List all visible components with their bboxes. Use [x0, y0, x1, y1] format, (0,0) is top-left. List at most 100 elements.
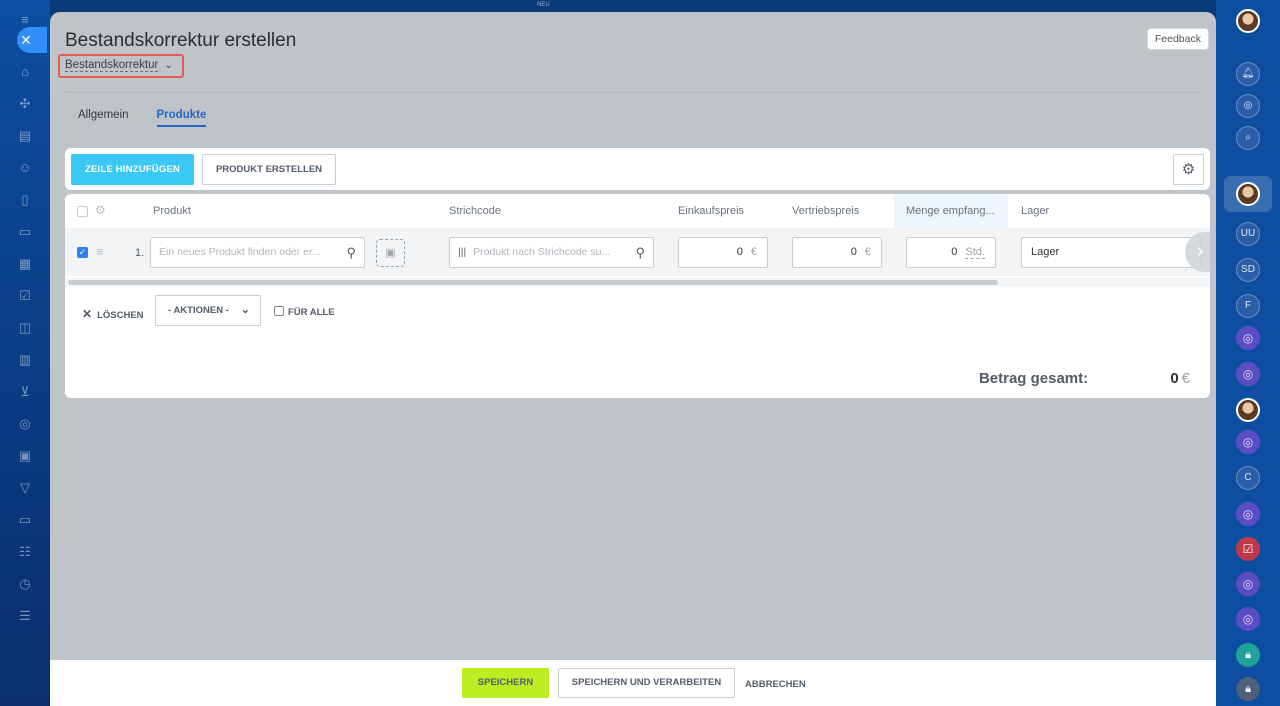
purchase-price-input[interactable]: 0 € [678, 237, 768, 268]
openline-icon[interactable]: ◎ [1236, 502, 1260, 526]
task-icon[interactable]: ☑ [1236, 537, 1260, 561]
sale-price-input[interactable]: 0 € [792, 237, 882, 268]
slider-panel: Bestandskorrektur erstellen Bestandskorr… [50, 12, 1216, 706]
chevron-down-icon: ⌄ [164, 60, 173, 71]
footer-bar: SPEICHERN SPEICHERN UND VERARBEITEN ABBR… [50, 660, 1216, 706]
total-currency: € [1181, 370, 1190, 387]
tabs: Allgemein Produkte [78, 109, 207, 127]
purchase-price-value: 0 [736, 246, 743, 258]
funnel-icon[interactable]: ▽ [17, 480, 33, 496]
lock-icon[interactable]: 🔒︎ [1236, 677, 1260, 701]
calendar-icon[interactable]: ▦ [17, 256, 33, 272]
column-header-store[interactable]: Lager [1021, 205, 1049, 217]
barcode-placeholder: Produkt nach Strichcode su... [473, 246, 611, 258]
row-number: 1. [135, 247, 145, 259]
column-header-barcode[interactable]: Strichcode [449, 205, 501, 217]
contact-initials-c[interactable]: C [1236, 466, 1260, 490]
feedback-button[interactable]: Feedback [1146, 28, 1209, 50]
left-sidebar: ≡ ✕ ⌂ ✣ ▤ ☺ ▯ ▭ ▦ ☑ ◫ ▥ ⊻ ◎ ▣ ▽ ▭ ☷ ◷ ☰ [0, 0, 50, 706]
contact-initials-uu[interactable]: UU [1236, 222, 1260, 246]
drag-handle-icon[interactable]: ≡ [96, 244, 104, 259]
total-value: 0 [1170, 370, 1179, 387]
search-icon[interactable]: ⚲ [346, 238, 356, 267]
barcode-icon: ||| [458, 246, 467, 258]
add-row-button[interactable]: ZEILE HINZUFÜGEN [71, 154, 194, 185]
puzzle-icon[interactable]: ✣ [17, 96, 33, 112]
new-badge: NEU [537, 2, 550, 8]
cancel-button[interactable]: ABBRECHEN [745, 679, 806, 690]
save-button[interactable]: SPEICHERN [462, 668, 549, 698]
search-icon[interactable]: ⚲ [635, 238, 645, 267]
delete-label: LÖSCHEN [97, 310, 144, 321]
target-icon[interactable]: ◎ [17, 416, 33, 432]
openline-icon[interactable]: ◎ [1236, 326, 1260, 350]
openline-icon[interactable]: ◎ [1236, 607, 1260, 631]
actions-select-label: - AKTIONEN - [168, 305, 229, 316]
sale-currency: € [864, 246, 871, 258]
openline-icon[interactable]: ◎ [1236, 572, 1260, 596]
contact-avatar[interactable] [1236, 182, 1260, 206]
actions-select[interactable]: - AKTIONEN - ⌄ [155, 295, 261, 326]
column-header-quantity[interactable]: Menge empfang... [906, 205, 995, 217]
tab-allgemein[interactable]: Allgemein [78, 109, 129, 127]
search-chat-icon[interactable]: ⌕ [1236, 126, 1260, 150]
close-slider-button[interactable]: ✕ [17, 27, 47, 53]
bell-icon[interactable]: 🔔︎ [1236, 62, 1260, 86]
purchase-currency: € [750, 246, 757, 258]
analytics-icon[interactable]: ▥ [17, 352, 33, 368]
for-all-label: FÜR ALLE [288, 307, 335, 318]
openline-icon[interactable]: ◎ [1236, 362, 1260, 386]
contacts-icon[interactable]: ☺ [17, 160, 33, 176]
contact-initials-f[interactable]: F [1236, 294, 1260, 318]
tab-produkte[interactable]: Produkte [156, 109, 207, 127]
inventory-icon[interactable]: ▣ [17, 448, 33, 464]
openline-icon[interactable]: ◎ [1236, 430, 1260, 454]
close-icon: ✕ [82, 307, 93, 321]
column-header-purchase-price[interactable]: Einkaufspreis [678, 205, 744, 217]
clock-icon[interactable]: ◷ [17, 576, 33, 592]
document-icon[interactable]: ▯ [17, 192, 33, 208]
sale-price-value: 0 [850, 246, 857, 258]
delete-button[interactable]: ✕ LÖSCHEN [82, 307, 144, 321]
barcode-input[interactable]: ||| Produkt nach Strichcode su... ⚲ [449, 237, 654, 268]
product-toolbar: ZEILE HINZUFÜGEN PRODUKT ERSTELLEN ⚙ [65, 148, 1210, 190]
user-avatar[interactable] [1236, 9, 1260, 33]
chat-icon[interactable]: ◫ [17, 320, 33, 336]
image-placeholder-icon[interactable]: ▣ [376, 239, 405, 267]
lock-icon[interactable]: 🔒︎ [1236, 643, 1260, 667]
document-type-selector[interactable]: Bestandskorrektur ⌄ [58, 54, 184, 78]
unit-selector[interactable]: Std. [965, 246, 985, 259]
store-select[interactable]: Lager [1021, 237, 1201, 268]
drive-icon[interactable]: ▭ [17, 224, 33, 240]
quantity-value: 0 [951, 246, 958, 258]
list-icon[interactable]: ☰ [17, 608, 33, 624]
product-search-input[interactable]: Ein neues Produkt finden oder er... ⚲ [150, 237, 365, 268]
activity-icon[interactable]: ◎ [1236, 94, 1260, 118]
total-amount: Betrag gesamt: 0 € [979, 370, 1190, 387]
column-header-product[interactable]: Produkt [153, 205, 191, 217]
document-type-label: Bestandskorrektur [65, 59, 159, 72]
horizontal-scrollbar[interactable] [68, 280, 998, 285]
cart-icon[interactable]: ⊻ [17, 384, 33, 400]
tasks-icon[interactable]: ▤ [17, 128, 33, 144]
chevron-down-icon: ⌄ [240, 304, 250, 316]
save-and-process-button[interactable]: SPEICHERN UND VERARBEITEN [558, 668, 735, 698]
top-strip: NEU [50, 0, 1216, 12]
contact-avatar[interactable] [1236, 398, 1260, 422]
for-all-checkbox[interactable]: FÜR ALLE [274, 306, 335, 318]
checkbox-icon[interactable]: ☑ [17, 288, 33, 304]
group-icon[interactable]: ☷ [17, 544, 33, 560]
page-title: Bestandskorrektur erstellen [65, 30, 297, 51]
home-icon[interactable]: ⌂ [17, 64, 33, 80]
menu-icon[interactable]: ≡ [17, 12, 33, 28]
column-settings-icon[interactable]: ⚙ [95, 203, 106, 217]
contact-initials-sd[interactable]: SD [1236, 258, 1260, 282]
settings-gear-icon[interactable]: ⚙ [1173, 154, 1204, 185]
select-all-checkbox[interactable] [77, 206, 88, 217]
quantity-input[interactable]: 0 Std. [906, 237, 996, 268]
screen-icon[interactable]: ▭ [17, 512, 33, 528]
column-header-sale-price[interactable]: Vertriebspreis [792, 205, 859, 217]
create-product-button[interactable]: PRODUKT ERSTELLEN [202, 154, 336, 185]
checkbox-box [274, 306, 284, 316]
row-checkbox[interactable]: ✓ [77, 247, 88, 258]
